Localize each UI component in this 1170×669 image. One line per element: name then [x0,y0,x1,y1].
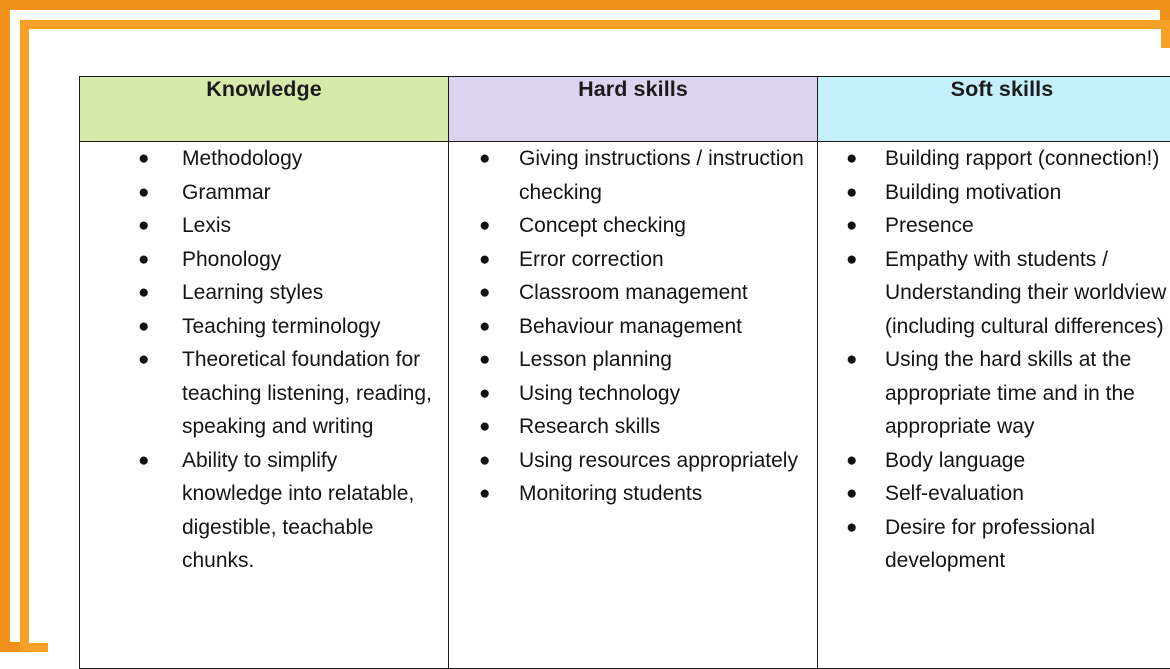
list-item: ● Lexis [80,209,448,243]
column-body-soft-skills: ● Building rapport (connection!) ● Building… [818,142,1170,669]
table-body: ● Methodology ● Grammar ● Lexis ● Phonology ● Lea… [80,142,1170,669]
list-item-label: Theoretical foundation for teaching list… [182,348,432,438]
column-header-knowledge: Knowledge [80,77,449,142]
list-item: ● Lesson planning [449,343,817,377]
bullet-icon: ● [479,310,489,344]
poster-inner-frame: Knowledge Hard skills Soft skills ● Metho… [20,20,1170,652]
bullet-icon: ● [479,142,489,176]
list-item-label: Ability to simplify knowledge into relat… [182,449,414,573]
list-item-label: Lexis [182,214,231,237]
list-item-label: Desire for professional development [885,516,1095,573]
list-item: ● Learning styles [80,276,448,310]
bullet-icon: ● [479,410,489,444]
list-item-label: Empathy with students / Understanding th… [885,248,1166,338]
list-item-label: Research skills [519,415,660,438]
list-item: ● Self-evaluation [818,477,1170,511]
list-item: ● Methodology [80,142,448,176]
list-item-label: Grammar [182,181,271,204]
list-item: ● Behaviour management [449,310,817,344]
bullet-icon: ● [846,511,856,545]
list-item: ● Classroom management [449,276,817,310]
list-item-label: Building motivation [885,181,1061,204]
list-item-label: Lesson planning [519,348,672,371]
soft-skills-list: ● Building rapport (connection!) ● Building… [818,142,1170,578]
list-item: ● Using resources appropriately [449,444,817,478]
list-item: ● Research skills [449,410,817,444]
list-item: ● Presence [818,209,1170,243]
teacher-skills-table: Knowledge Hard skills Soft skills ● Metho… [79,76,1170,669]
bullet-icon: ● [479,276,489,310]
list-item: ● Using technology [449,377,817,411]
table-body-row: ● Methodology ● Grammar ● Lexis ● Phonology ● Lea… [80,142,1170,669]
column-header-hard-skills: Hard skills [449,77,818,142]
bullet-icon: ● [846,343,856,377]
list-item-label: Phonology [182,248,281,271]
column-body-hard-skills: ● Giving instructions / instruction check… [449,142,818,669]
list-item-label: Building rapport (connection!) [885,147,1159,170]
list-item: ● Building motivation [818,176,1170,210]
bullet-icon: ● [846,477,856,511]
list-item: ● Concept checking [449,209,817,243]
list-item: ● Monitoring students [449,477,817,511]
list-item-label: Presence [885,214,974,237]
bullet-icon: ● [479,209,489,243]
poster-orange-frame: Knowledge Hard skills Soft skills ● Metho… [0,0,1170,652]
bullet-icon: ● [138,142,148,176]
list-item-label: Using the hard skills at the appropriate… [885,348,1135,438]
hard-skills-list: ● Giving instructions / instruction check… [449,142,817,511]
list-item-label: Body language [885,449,1025,472]
list-item: ● Grammar [80,176,448,210]
bullet-icon: ● [846,176,856,210]
list-item-label: Error correction [519,248,664,271]
table-header-row-group: Knowledge Hard skills Soft skills [80,77,1170,142]
list-item-label: Giving instructions / instruction checki… [519,147,804,204]
column-header-soft-skills: Soft skills [818,77,1170,142]
bullet-icon: ● [138,276,148,310]
bullet-icon: ● [138,310,148,344]
list-item: ● Empathy with students / Understanding t… [818,243,1170,344]
list-item-label: Monitoring students [519,482,702,505]
list-item: ● Body language [818,444,1170,478]
bullet-icon: ● [479,444,489,478]
list-item: ● Building rapport (connection!) [818,142,1170,176]
column-body-knowledge: ● Methodology ● Grammar ● Lexis ● Phonology ● Lea… [80,142,449,669]
bullet-icon: ● [479,243,489,277]
list-item: ● Error correction [449,243,817,277]
list-item: ● Teaching terminology [80,310,448,344]
bullet-icon: ● [846,142,856,176]
list-item: ● Using the hard skills at the appropriat… [818,343,1170,444]
list-item: ● Ability to simplify knowledge into rela… [80,444,448,578]
bullet-icon: ● [846,243,856,277]
list-item-label: Classroom management [519,281,748,304]
bullet-icon: ● [479,343,489,377]
list-item-label: Learning styles [182,281,323,304]
list-item-label: Using technology [519,382,680,405]
bullet-icon: ● [138,209,148,243]
bullet-icon: ● [138,343,148,377]
bullet-icon: ● [479,377,489,411]
poster-page: Knowledge Hard skills Soft skills ● Metho… [48,48,1170,662]
list-item-label: Teaching terminology [182,315,380,338]
list-item: ● Giving instructions / instruction check… [449,142,817,209]
list-item-label: Methodology [182,147,302,170]
list-item-label: Concept checking [519,214,686,237]
list-item-label: Using resources appropriately [519,449,798,472]
list-item: ● Desire for professional development [818,511,1170,578]
bullet-icon: ● [479,477,489,511]
bullet-icon: ● [846,444,856,478]
knowledge-list: ● Methodology ● Grammar ● Lexis ● Phonology ● Lea… [80,142,448,578]
bullet-icon: ● [846,209,856,243]
list-item: ● Phonology [80,243,448,277]
list-item: ● Theoretical foundation for teaching lis… [80,343,448,444]
list-item-label: Self-evaluation [885,482,1024,505]
bullet-icon: ● [138,243,148,277]
bullet-icon: ● [138,444,148,478]
bullet-icon: ● [138,176,148,210]
list-item-label: Behaviour management [519,315,742,338]
table-header-row: Knowledge Hard skills Soft skills [80,77,1170,142]
